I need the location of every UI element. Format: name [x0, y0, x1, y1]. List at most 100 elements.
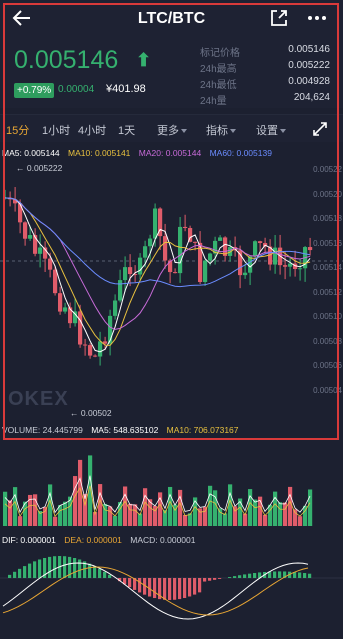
stat-row: 标记价格 0.005146: [200, 44, 330, 60]
low-marker: ← 0.00502: [70, 408, 112, 418]
macd-histogram-bar: [233, 576, 237, 578]
tab-15m[interactable]: 15分: [6, 122, 29, 138]
volume-ma5-label: MA5: 548.635102: [91, 425, 159, 435]
macd-chart: [0, 556, 343, 620]
volume-bar: [273, 491, 278, 526]
tab-more[interactable]: 更多: [157, 122, 187, 138]
candle-body: [53, 269, 58, 294]
tab-settings[interactable]: 设置: [256, 122, 286, 138]
caret-down-icon: [280, 129, 286, 134]
macd-histogram-bar: [188, 578, 192, 597]
axis-tick-label: 0.00508: [313, 336, 342, 346]
stat-value: 0.005146: [288, 44, 330, 55]
candle-body: [83, 344, 88, 346]
volume-bar: [293, 509, 298, 526]
volume-bar: [248, 489, 253, 526]
macd-histogram-bar: [128, 578, 132, 588]
volume-bar: [53, 516, 58, 526]
volume-bar: [133, 504, 138, 526]
change-absolute: 0.00004: [58, 84, 95, 95]
candle-body: [38, 247, 43, 254]
macd-histogram-bar: [138, 578, 142, 593]
volume-bar: [113, 515, 118, 526]
dea-label: DEA: 0.000001: [64, 535, 122, 545]
candle-body: [178, 226, 183, 274]
volume-ma10-label: MA10: 706.073167: [166, 425, 239, 435]
macd-histogram-bar: [38, 559, 42, 578]
ma-legend: MA5: 0.005144 MA10: 0.005141 MA20: 0.005…: [2, 148, 278, 158]
tab-1h[interactable]: 1小时: [42, 122, 70, 138]
ma10-label: MA10: 0.005141: [68, 148, 131, 158]
high-marker: ← 0.005222: [16, 163, 63, 173]
candle-body: [88, 345, 93, 356]
candle-body: [203, 260, 208, 283]
page-title: LTC/BTC: [137, 10, 206, 27]
tab-4h[interactable]: 4小时: [78, 122, 106, 138]
macd-histogram-bar: [253, 572, 257, 578]
candle-body: [138, 257, 143, 275]
volume-bar: [263, 514, 268, 526]
tab-1d[interactable]: 1天: [118, 122, 135, 138]
candle-body: [63, 307, 68, 312]
candlestick-chart[interactable]: [0, 158, 343, 423]
macd-histogram-bar: [173, 578, 177, 600]
stat-row: 24h最高 0.005222: [200, 60, 330, 76]
ma60-line: [5, 197, 311, 288]
volume-bar: [218, 508, 223, 526]
macd-legend: DIF: 0.000001 DEA: 0.000001 MACD: 0.0000…: [2, 535, 201, 545]
macd-histogram-bar: [168, 578, 172, 600]
macd-histogram-bar: [193, 578, 197, 595]
volume-bar: [63, 501, 68, 526]
macd-histogram-bar: [208, 578, 212, 581]
volume-bar: [253, 499, 258, 526]
tab-indicators-label: 指标: [206, 125, 228, 137]
candle-body: [118, 280, 123, 301]
volume-label: VOLUME: 24.445799: [2, 425, 83, 435]
macd-histogram-bar: [103, 571, 107, 578]
macd-histogram-bar: [78, 559, 82, 578]
caret-down-icon: [181, 129, 187, 134]
candle-body: [173, 272, 178, 274]
macd-histogram-bar: [98, 568, 102, 578]
volume-bar: [18, 516, 23, 526]
candle-body: [48, 258, 53, 270]
candle-body: [23, 222, 28, 239]
axis-tick-label: 0.00504: [313, 385, 342, 395]
tab-indicators[interactable]: 指标: [206, 122, 236, 138]
macd-histogram-bar: [178, 578, 182, 600]
macd-histogram-bar: [198, 578, 202, 593]
candle-body: [148, 238, 153, 247]
tab-settings-label: 设置: [256, 125, 278, 137]
volume-bar: [288, 486, 293, 526]
more-icon[interactable]: [306, 7, 328, 29]
macd-histogram-bar: [163, 578, 167, 600]
macd-histogram-bar: [308, 573, 312, 578]
macd-histogram-bar: [28, 563, 32, 578]
ma5-line: [5, 197, 311, 353]
candle-body: [78, 311, 83, 345]
volume-bar: [283, 502, 288, 526]
candle-body: [193, 241, 198, 243]
volume-bar: [123, 486, 128, 526]
stat-label: 标记价格: [200, 48, 240, 59]
candle-body: [98, 341, 103, 357]
candle-body: [28, 235, 33, 239]
volume-bar: [223, 513, 228, 526]
interval-tabs: 15分 1小时 4小时 1天 更多 指标 设置: [0, 114, 343, 142]
stat-value: 0.005222: [288, 60, 330, 71]
macd-histogram-bar: [203, 578, 207, 582]
volume-bar: [208, 485, 213, 526]
price-summary: 0.005146 ⬆ +0.79% 0.00004 ¥401.98 标记价格 0.…: [0, 38, 343, 108]
fullscreen-icon[interactable]: [312, 121, 328, 137]
macd-histogram-bar: [63, 556, 67, 578]
macd-histogram-bar: [153, 578, 157, 599]
macd-histogram-bar: [53, 556, 57, 578]
candle-body: [283, 265, 288, 267]
axis-tick-label: 0.00516: [313, 238, 342, 248]
macd-histogram-bar: [18, 568, 22, 578]
candle-body: [113, 300, 118, 316]
candle-body: [143, 246, 148, 258]
change-percent-badge: +0.79%: [14, 83, 55, 98]
macd-histogram-bar: [33, 561, 37, 578]
share-icon[interactable]: [268, 7, 290, 29]
